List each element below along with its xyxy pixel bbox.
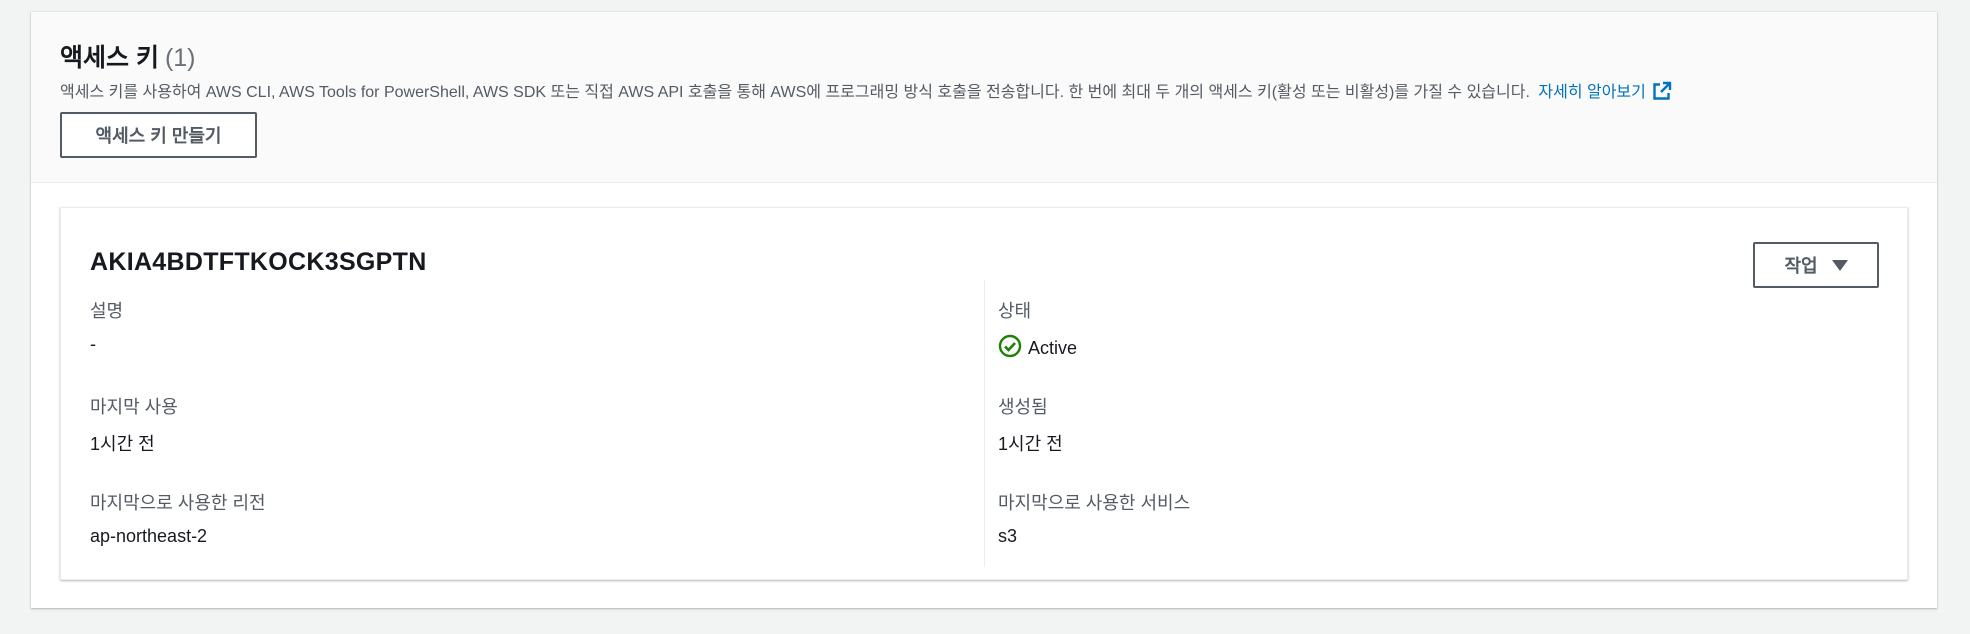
- access-key-id: AKIA4BDTFTKOCK3SGPTN: [90, 248, 427, 276]
- create-access-key-button[interactable]: 액세스 키 만들기: [60, 112, 257, 158]
- description-value: -: [90, 334, 96, 354]
- created-label: 생성됨: [998, 397, 1048, 417]
- actions-dropdown-button[interactable]: 작업: [1753, 242, 1879, 288]
- last-used-field: 마지막 사용 1시간 전: [90, 393, 178, 456]
- status-label: 상태: [998, 301, 1032, 321]
- description-field: 설명 -: [90, 297, 123, 355]
- last-used-label: 마지막 사용: [90, 397, 178, 417]
- column-divider: [984, 280, 985, 567]
- last-service-value: s3: [998, 526, 1018, 546]
- caret-down-icon: [1831, 259, 1848, 271]
- access-key-card: AKIA4BDTFTKOCK3SGPTN 작업 설명 - 마지막 사용 1시간 …: [60, 207, 1908, 580]
- status-text: Active: [1028, 338, 1078, 358]
- status-field: 상태 Active: [998, 297, 1077, 363]
- external-link-icon: [1652, 81, 1672, 101]
- actions-label: 작업: [1784, 256, 1818, 276]
- section-title: 액세스 키 (1): [60, 38, 196, 74]
- status-positive-icon: [998, 334, 1022, 363]
- description-text: 액세스 키를 사용하여 AWS CLI, AWS Tools for Power…: [60, 84, 1530, 101]
- section-title-text: 액세스 키: [60, 44, 159, 72]
- last-region-label: 마지막으로 사용한 리전: [90, 493, 266, 513]
- status-value: Active: [998, 334, 1077, 363]
- last-used-value: 1시간 전: [90, 434, 155, 454]
- description-label: 설명: [90, 301, 124, 321]
- learn-more-link[interactable]: 자세히 알아보기: [1538, 81, 1672, 101]
- section-description: 액세스 키를 사용하여 AWS CLI, AWS Tools for Power…: [60, 78, 1672, 102]
- learn-more-label: 자세히 알아보기: [1538, 84, 1646, 101]
- last-region-field: 마지막으로 사용한 리전 ap-northeast-2: [90, 489, 266, 547]
- last-region-value: ap-northeast-2: [90, 526, 208, 546]
- created-value: 1시간 전: [998, 434, 1063, 454]
- access-keys-container: 액세스 키 (1) 액세스 키를 사용하여 AWS CLI, AWS Tools …: [31, 12, 1937, 608]
- last-service-field: 마지막으로 사용한 서비스 s3: [998, 489, 1190, 547]
- created-field: 생성됨 1시간 전: [998, 393, 1063, 456]
- access-keys-header: 액세스 키 (1) 액세스 키를 사용하여 AWS CLI, AWS Tools …: [31, 12, 1937, 183]
- last-service-label: 마지막으로 사용한 서비스: [998, 493, 1191, 513]
- key-count: (1): [164, 44, 196, 72]
